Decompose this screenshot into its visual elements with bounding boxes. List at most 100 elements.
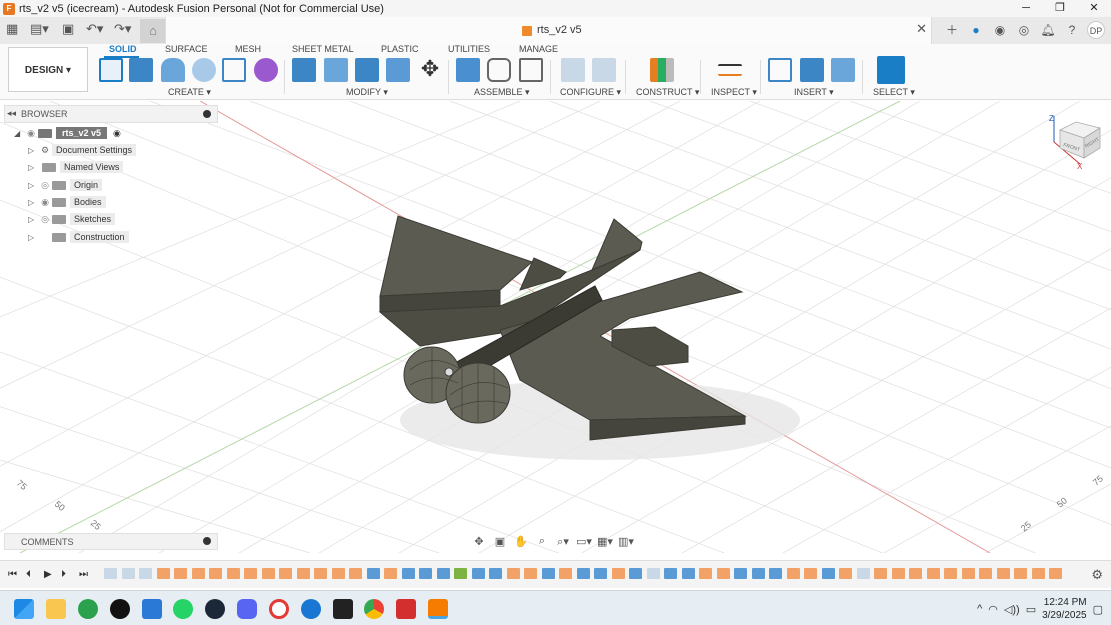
bom-icon[interactable]	[519, 58, 543, 82]
pattern-icon[interactable]	[222, 58, 246, 82]
measure-icon[interactable]	[718, 64, 742, 76]
timeline-feature-icon[interactable]	[261, 567, 275, 579]
timeline-feature-icon[interactable]	[471, 567, 485, 579]
form-icon[interactable]	[254, 58, 278, 82]
extrude-icon[interactable]	[129, 58, 153, 82]
timeline-feature-icon[interactable]	[139, 567, 152, 579]
timeline-feature-icon[interactable]	[366, 567, 380, 579]
timeline-feature-icon[interactable]	[909, 567, 922, 579]
browser-item-bodies[interactable]: ▷ ◉ Bodies	[28, 194, 106, 210]
timeline-feature-icon[interactable]	[419, 567, 432, 579]
collapse-panel-icon[interactable]: ◂◂	[7, 108, 16, 119]
close-button[interactable]: ✕	[1077, 0, 1111, 17]
create-sketch-icon[interactable]	[99, 58, 123, 82]
fillet-icon[interactable]	[324, 58, 348, 82]
select-menu[interactable]: SELECT ▾	[873, 87, 915, 98]
volume-icon[interactable]: ◁))	[1004, 603, 1020, 616]
timeline-feature-icon[interactable]	[891, 567, 905, 579]
select-icon[interactable]	[877, 56, 905, 84]
steam-icon[interactable]	[205, 599, 225, 619]
timeline-feature-icon[interactable]	[664, 567, 677, 579]
timeline-next-icon[interactable]: ⏵	[61, 569, 66, 580]
timeline-feature-icon[interactable]	[191, 567, 205, 579]
timeline-feature-icon[interactable]	[156, 567, 170, 579]
edge-browser-icon[interactable]	[78, 599, 98, 619]
expand-arrow-icon[interactable]: ▷	[28, 198, 38, 207]
riot-client-icon[interactable]	[396, 599, 416, 619]
save-icon[interactable]: ▣	[62, 21, 74, 39]
timeline-feature-icon[interactable]	[996, 567, 1010, 579]
redo-icon[interactable]: ↷▾	[114, 21, 131, 39]
expand-arrow-icon[interactable]: ▷	[28, 181, 38, 190]
timeline-feature-icon[interactable]	[751, 567, 765, 579]
timeline-feature-icon[interactable]	[646, 567, 660, 579]
expand-arrow-icon[interactable]: ▷	[28, 233, 38, 242]
timeline-feature-icon[interactable]	[839, 567, 852, 579]
timeline-feature-icon[interactable]	[611, 567, 625, 579]
browser-item-sketches[interactable]: ▷ ◎ Sketches	[28, 211, 116, 227]
timeline-settings-icon[interactable]: ⚙	[1091, 567, 1103, 583]
revolve-icon[interactable]	[161, 58, 185, 82]
timeline-feature-icon[interactable]	[979, 567, 992, 579]
timeline-feature-icon[interactable]	[436, 567, 450, 579]
timeline-feature-icon[interactable]	[961, 567, 975, 579]
timeline-feature-icon[interactable]	[174, 567, 187, 579]
grid-menu-icon[interactable]: ▦	[6, 21, 18, 39]
viewcube[interactable]: Z X FRONT RIGHT	[1046, 108, 1106, 170]
collapse-arrow-icon[interactable]: ◢	[14, 129, 24, 138]
restore-button[interactable]: ❐	[1043, 0, 1077, 17]
visibility-eye-icon[interactable]: ◎	[38, 180, 52, 191]
timeline-feature-icon[interactable]	[576, 567, 590, 579]
joint-icon[interactable]	[487, 58, 511, 82]
configure-rule-icon[interactable]	[592, 58, 616, 82]
browser-pin-icon[interactable]	[203, 110, 211, 118]
online-status-icon[interactable]: ◎	[1015, 21, 1033, 39]
notification-center-icon[interactable]: ▢	[1093, 603, 1103, 616]
timeline-feature-icon[interactable]	[506, 567, 520, 579]
timeline-prev-icon[interactable]: ⏴	[26, 569, 31, 580]
timeline-feature-icon[interactable]	[349, 567, 362, 579]
github-icon[interactable]	[110, 599, 130, 619]
timeline-feature-icon[interactable]	[524, 567, 537, 579]
tab-surface[interactable]: SURFACE	[165, 44, 208, 54]
timeline-last-icon[interactable]: ⏭	[79, 569, 88, 580]
expand-arrow-icon[interactable]: ▷	[28, 146, 38, 155]
timeline-feature-icon[interactable]	[681, 567, 695, 579]
configure-menu[interactable]: CONFIGURE ▾	[560, 87, 621, 98]
timeline-feature-icon[interactable]	[594, 567, 607, 579]
timeline-feature-icon[interactable]	[314, 567, 327, 579]
browser-item-construction[interactable]: ▷ Construction	[28, 229, 129, 245]
notes-app-icon[interactable]	[142, 599, 162, 619]
browser-item-named-views[interactable]: ▷ Named Views	[28, 159, 124, 175]
timeline-first-icon[interactable]: ⏮	[8, 569, 17, 580]
configure-table-icon[interactable]	[561, 58, 585, 82]
expand-arrow-icon[interactable]: ▷	[28, 215, 38, 224]
tab-plastic[interactable]: PLASTIC	[381, 44, 419, 54]
timeline-feature-icon[interactable]	[454, 567, 467, 579]
timeline-feature-icon[interactable]	[331, 567, 345, 579]
workspace-switcher[interactable]: DESIGN ▾	[8, 47, 88, 92]
timeline-feature-icon[interactable]	[559, 567, 572, 579]
timeline-feature-icon[interactable]	[209, 567, 222, 579]
viewport-svg[interactable]: 75 50 25 25 50 75	[0, 101, 1111, 553]
notifications-icon[interactable]: 🔔︎	[1039, 21, 1057, 39]
timeline-feature-icon[interactable]	[296, 567, 310, 579]
messenger-app-icon[interactable]	[301, 599, 321, 619]
design-canvas[interactable]: 75 50 25 25 50 75	[0, 101, 1111, 553]
browser-item-origin[interactable]: ▷ ◎ Origin	[28, 177, 103, 193]
discord-icon[interactable]	[237, 599, 257, 619]
activate-radio-icon[interactable]: ◉	[113, 128, 121, 139]
assemble-menu[interactable]: ASSEMBLE ▾	[474, 87, 530, 98]
battery-icon[interactable]: ▭	[1026, 603, 1036, 616]
tab-solid[interactable]: SOLID	[109, 44, 137, 54]
look-at-icon[interactable]: ▣	[491, 535, 509, 548]
timeline-feature-icon[interactable]	[804, 567, 817, 579]
timeline-feature-icon[interactable]	[1049, 567, 1062, 579]
browser-root[interactable]: ◢ ◉ rts_v2 v5 ◉	[14, 125, 121, 141]
document-tab-close-icon[interactable]: ✕	[916, 21, 927, 37]
browser-panel-header[interactable]: ◂◂ BROWSER	[4, 105, 218, 123]
timeline-feature-icon[interactable]	[821, 567, 835, 579]
timeline-feature-icon[interactable]	[699, 567, 712, 579]
fusion-taskbar-icon[interactable]	[428, 599, 448, 619]
comments-panel[interactable]: COMMENTS	[4, 533, 218, 550]
